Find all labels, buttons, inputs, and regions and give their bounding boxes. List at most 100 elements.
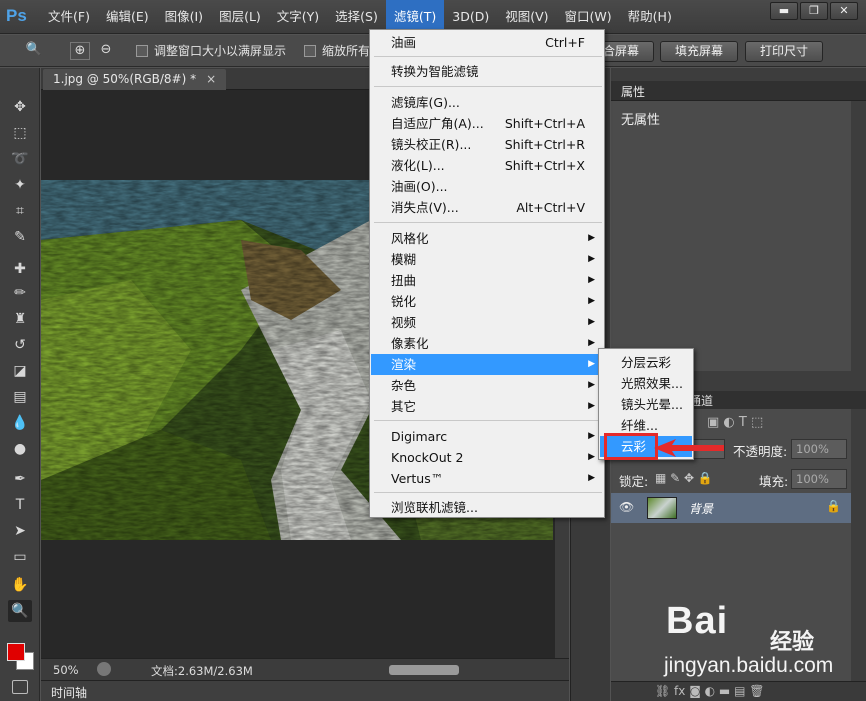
layer-thumbnail: [647, 497, 677, 519]
marquee-tool-icon[interactable]: ⬚: [8, 122, 32, 144]
resize-windows-option[interactable]: 调整窗口大小以满屏显示: [136, 41, 286, 61]
properties-tab[interactable]: 属性: [621, 83, 645, 100]
stamp-tool-icon[interactable]: ♜: [8, 308, 32, 330]
menu-item-lens-correction[interactable]: 镜头校正(R)... Shift+Ctrl+R: [371, 134, 603, 155]
status-info-icon[interactable]: [97, 662, 111, 676]
photoshop-logo: Ps: [6, 6, 27, 25]
resize-windows-checkbox[interactable]: [136, 45, 148, 57]
menu-layer[interactable]: 图层(L): [211, 0, 269, 34]
eraser-tool-icon[interactable]: ◪: [8, 360, 32, 382]
restore-button[interactable]: ❐: [800, 2, 828, 20]
fill-input[interactable]: 100%: [791, 469, 847, 489]
minimize-button[interactable]: ▬: [770, 2, 798, 20]
menu-file[interactable]: 文件(F): [40, 0, 98, 34]
layer-row[interactable]: 👁 背景 🔒: [611, 493, 851, 523]
menu-type[interactable]: 文字(Y): [269, 0, 327, 34]
fill-screen-button[interactable]: 填充屏幕: [660, 41, 739, 62]
tools-panel: ✥ ⬚ ➰ ✦ ⌗ ✎ ✚ ✏ ♜ ↺ ◪ ▤ 💧 ● ✒ T ➤ ▭ ✋ 🔍: [0, 68, 40, 701]
menu-item-browse-online[interactable]: 浏览联机滤镜...: [371, 497, 603, 518]
watermark-brand: Bai: [666, 600, 729, 642]
menu-separator: [374, 56, 602, 57]
annotation-highlight-box: [604, 433, 658, 460]
menu-item-distort[interactable]: 扭曲 ▶: [371, 270, 603, 291]
zoom-tool-icon[interactable]: 🔍: [8, 600, 32, 622]
menu-help[interactable]: 帮助(H): [620, 0, 680, 34]
zoom-tool-icon[interactable]: 🔍: [24, 42, 44, 60]
crop-tool-icon[interactable]: ⌗: [8, 200, 32, 222]
zoom-all-checkbox[interactable]: [304, 45, 316, 57]
filter-menu-dropdown: 油画 Ctrl+F 转换为智能滤镜 滤镜库(G)... 自适应广角(A)... Sh…: [369, 29, 605, 518]
path-selection-icon[interactable]: ➤: [8, 520, 32, 542]
submenu-item-lens-flare[interactable]: 镜头光晕...: [600, 394, 692, 415]
watermark-brand-suffix: 经验: [770, 630, 815, 655]
filter-type-icon[interactable]: ▣ ◐ T ⬚: [707, 415, 763, 430]
menu-item-digimarc[interactable]: Digimarc ▶: [371, 426, 603, 447]
submenu-item-lighting-effects[interactable]: 光照效果...: [600, 373, 692, 394]
menu-item-oil-paint[interactable]: 油画(O)...: [371, 176, 603, 197]
print-size-button[interactable]: 打印尺寸: [745, 41, 824, 62]
baidu-watermark: Bai 经验 jingyan.baidu.com: [660, 600, 860, 690]
dodge-tool-icon[interactable]: ●: [8, 438, 32, 460]
lock-icons[interactable]: ▦ ✎ ✥ 🔒: [655, 471, 713, 485]
menu-item-sharpen[interactable]: 锐化 ▶: [371, 291, 603, 312]
menu-item-render[interactable]: 渲染 ▶: [371, 354, 603, 375]
zoom-level[interactable]: 50%: [53, 663, 79, 677]
menu-separator: [374, 492, 602, 493]
layer-name[interactable]: 背景: [689, 500, 713, 517]
menu-item-vanishing-point[interactable]: 消失点(V)... Alt+Ctrl+V: [371, 197, 603, 218]
menu-item-pixelate[interactable]: 像素化 ▶: [371, 333, 603, 354]
visibility-eye-icon[interactable]: 👁: [619, 500, 634, 514]
eyedropper-icon[interactable]: ✎: [8, 226, 32, 248]
menu-item-liquify[interactable]: 液化(L)... Shift+Ctrl+X: [371, 155, 603, 176]
horizontal-scrollbar[interactable]: [293, 664, 553, 676]
timeline-panel[interactable]: 时间轴: [41, 680, 569, 701]
menu-edit[interactable]: 编辑(E): [98, 0, 157, 34]
gradient-tool-icon[interactable]: ▤: [8, 386, 32, 408]
menu-item-other[interactable]: 其它 ▶: [371, 396, 603, 417]
document-tab-title: 1.jpg @ 50%(RGB/8#) *: [53, 72, 197, 86]
document-tab[interactable]: 1.jpg @ 50%(RGB/8#) * ×: [43, 69, 227, 90]
quick-mask-icon[interactable]: [12, 680, 28, 694]
properties-panel-header: 属性: [611, 81, 866, 101]
no-properties-text: 无属性: [621, 113, 661, 128]
watermark-url: jingyan.baidu.com: [664, 654, 834, 677]
resize-windows-label: 调整窗口大小以满屏显示: [154, 44, 287, 58]
foreground-color-swatch[interactable]: [7, 643, 25, 661]
menu-item-adaptive-wide-angle[interactable]: 自适应广角(A)... Shift+Ctrl+A: [371, 113, 603, 134]
lasso-tool-icon[interactable]: ➰: [8, 148, 32, 170]
zoom-in-icon[interactable]: ⊕: [70, 42, 90, 60]
menu-item-knockout[interactable]: KnockOut 2 ▶: [371, 447, 603, 468]
document-info[interactable]: 文档:2.63M/2.63M: [151, 663, 253, 679]
menu-separator: [374, 222, 602, 223]
menu-item-blur[interactable]: 模糊 ▶: [371, 249, 603, 270]
close-icon[interactable]: ×: [206, 72, 216, 86]
pen-tool-icon[interactable]: ✒: [8, 468, 32, 490]
zoom-all-label: 缩放所有: [322, 44, 371, 58]
brush-tool-icon[interactable]: ✏: [8, 282, 32, 304]
menu-item-stylize[interactable]: 风格化 ▶: [371, 228, 603, 249]
type-tool-icon[interactable]: T: [8, 494, 32, 516]
move-tool-icon[interactable]: ✥: [8, 96, 32, 118]
hand-tool-icon[interactable]: ✋: [8, 574, 32, 596]
menu-item-filter-gallery[interactable]: 滤镜库(G)...: [371, 92, 603, 113]
menu-item-noise[interactable]: 杂色 ▶: [371, 375, 603, 396]
healing-brush-icon[interactable]: ✚: [8, 258, 32, 280]
zoom-out-icon[interactable]: ⊖: [96, 42, 116, 60]
magic-wand-icon[interactable]: ✦: [8, 174, 32, 196]
blur-tool-icon[interactable]: 💧: [8, 412, 32, 434]
layer-lock-icon: 🔒: [826, 499, 841, 513]
menu-item-last-filter[interactable]: 油画 Ctrl+F: [371, 32, 603, 53]
properties-panel-body: 无属性: [611, 101, 851, 371]
submenu-item-difference-clouds[interactable]: 分层云彩: [600, 352, 692, 373]
menu-item-vertus[interactable]: Vertus™ ▶: [371, 468, 603, 489]
history-brush-icon[interactable]: ↺: [8, 334, 32, 356]
zoom-all-option[interactable]: 缩放所有: [304, 41, 370, 61]
rectangle-tool-icon[interactable]: ▭: [8, 546, 32, 568]
close-button[interactable]: ✕: [830, 2, 858, 20]
window-controls: ▬ ❐ ✕: [770, 2, 858, 20]
timeline-label: 时间轴: [51, 686, 88, 700]
menu-item-video[interactable]: 视频 ▶: [371, 312, 603, 333]
menu-image[interactable]: 图像(I): [157, 0, 211, 34]
opacity-input[interactable]: 100%: [791, 439, 847, 459]
menu-item-convert-smart-filter[interactable]: 转换为智能滤镜: [371, 61, 603, 82]
